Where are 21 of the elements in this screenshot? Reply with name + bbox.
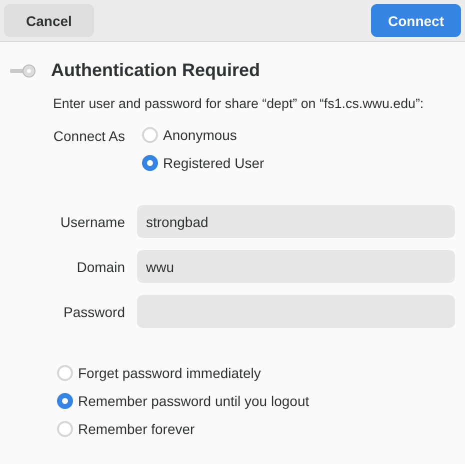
field-label: Connect As	[52, 127, 125, 144]
cancel-button[interactable]: Cancel	[4, 4, 94, 37]
connect-button[interactable]: Connect	[371, 4, 461, 37]
radio-label[interactable]: Anonymous	[163, 127, 237, 143]
radio-label[interactable]: Remember forever	[78, 421, 195, 437]
radio-button[interactable]	[142, 155, 158, 171]
dialog-message: Enter user and password for share “dept” on “fs1.cs.wwu.edu”:	[53, 96, 425, 111]
radio-button[interactable]	[57, 365, 73, 381]
field-label: Domain	[76, 258, 125, 274]
key-icon	[10, 64, 36, 78]
input-field[interactable]: wwu	[137, 250, 455, 283]
radio-button[interactable]	[57, 421, 73, 437]
radio-label[interactable]: Forget password immediately	[78, 365, 261, 381]
dialog-title: Authentication Required	[51, 60, 260, 81]
radio-label[interactable]: Registered User	[163, 155, 264, 171]
field-label: Username	[59, 214, 125, 230]
radio-label[interactable]: Remember password until you logout	[78, 393, 310, 409]
radio-button[interactable]	[57, 393, 73, 409]
input-field[interactable]: strongbad	[137, 205, 455, 238]
radio-button[interactable]	[142, 127, 158, 143]
field-label: Password	[62, 304, 125, 320]
